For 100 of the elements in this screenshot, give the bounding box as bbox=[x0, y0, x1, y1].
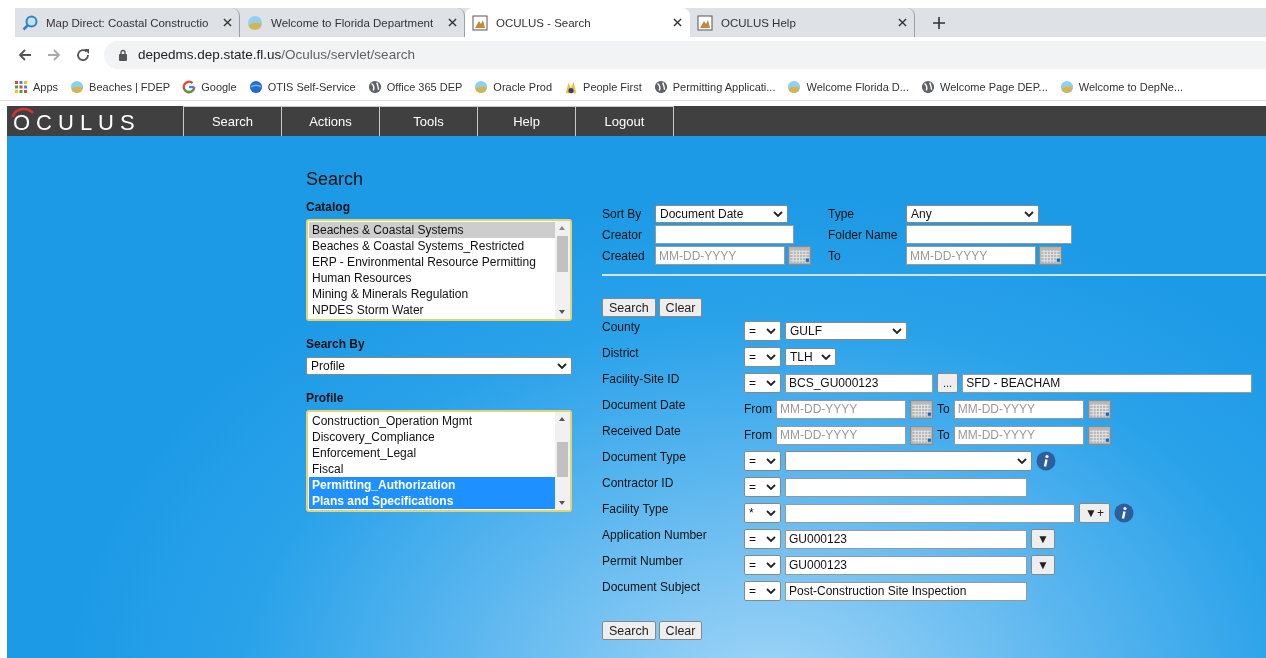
bookmark[interactable]: Beaches | FDEP bbox=[70, 80, 171, 94]
input-field[interactable]: Post-Construction Site Inspection bbox=[785, 581, 1027, 601]
date-field[interactable]: MM-DD-YYYY bbox=[776, 425, 906, 445]
bookmark[interactable]: Welcome to DepNe... bbox=[1059, 80, 1184, 94]
operator-dropdown[interactable]: = bbox=[744, 451, 781, 471]
close-icon[interactable] bbox=[448, 18, 457, 27]
info-icon[interactable] bbox=[1036, 451, 1056, 471]
bookmark[interactable]: Welcome Page DEP... bbox=[920, 80, 1048, 94]
browser-tab[interactable]: Map Direct: Coastal Constructio bbox=[15, 8, 240, 37]
new-tab-icon[interactable] bbox=[933, 16, 945, 29]
operator-dropdown[interactable]: = bbox=[744, 581, 781, 601]
input-field[interactable]: SFD - BEACHAM bbox=[962, 373, 1253, 393]
list-option[interactable]: Beaches & Coastal Systems bbox=[309, 222, 555, 238]
created-label: Created bbox=[602, 248, 646, 263]
reload-icon[interactable] bbox=[75, 46, 91, 63]
clear-button[interactable]: Clear bbox=[658, 298, 703, 317]
type-label: Type bbox=[828, 207, 855, 221]
creator-field[interactable] bbox=[655, 225, 794, 244]
calendar-icon[interactable] bbox=[1087, 399, 1111, 419]
info-icon[interactable] bbox=[1113, 503, 1134, 523]
scroll-down-icon[interactable] bbox=[558, 309, 566, 315]
list-option[interactable]: ERP - Environmental Resource Permitting bbox=[309, 254, 555, 270]
input-field[interactable] bbox=[785, 477, 1027, 497]
bookmark[interactable]: Permitting Applicati... bbox=[653, 80, 776, 94]
clear-button[interactable]: Clear bbox=[658, 621, 703, 640]
list-option[interactable]: Human Resources bbox=[309, 270, 555, 286]
operator-dropdown[interactable]: = bbox=[744, 555, 781, 575]
chevron-down-icon bbox=[766, 588, 776, 594]
chevron-down-icon bbox=[821, 354, 831, 360]
operator-dropdown[interactable]: = bbox=[744, 321, 781, 341]
value-dropdown[interactable]: GULF bbox=[785, 322, 907, 340]
operator-dropdown[interactable]: = bbox=[744, 347, 781, 367]
scroll-up-icon[interactable] bbox=[558, 225, 566, 231]
bookmark[interactable]: Google bbox=[182, 80, 237, 94]
input-field[interactable]: GU000123 bbox=[785, 529, 1027, 549]
scroll-up-icon[interactable] bbox=[558, 416, 566, 422]
address-bar[interactable]: depedms.dep.state.fl.us/Oculus/servlet/search bbox=[104, 40, 1266, 69]
date-field[interactable]: MM-DD-YYYY bbox=[655, 246, 785, 265]
back-icon[interactable] bbox=[17, 46, 33, 63]
calendar-icon[interactable] bbox=[910, 425, 933, 445]
operator-dropdown[interactable]: * bbox=[744, 503, 781, 523]
date-field[interactable]: MM-DD-YYYY bbox=[776, 399, 906, 419]
forward-icon[interactable] bbox=[46, 46, 62, 63]
bookmark[interactable]: Welcome Florida D... bbox=[787, 80, 909, 94]
bookmark[interactable]: Office 365 DEP bbox=[367, 80, 463, 94]
scrollbar[interactable] bbox=[555, 412, 570, 510]
bookmark[interactable]: Apps bbox=[14, 80, 59, 94]
catalog-listbox[interactable]: Beaches & Coastal Systems Beaches & Coastal Systems_Restricted ERP - Environmental Resource Permitting Human Resources Mining & Minerals Regulation NPDES Storm Water bbox=[306, 219, 572, 321]
search-button[interactable]: Search bbox=[602, 621, 656, 640]
value-dropdown[interactable]: TLH bbox=[785, 348, 836, 366]
type-dropdown[interactable]: Any bbox=[906, 205, 1039, 223]
list-option[interactable]: Discovery_Compliance bbox=[309, 429, 555, 445]
list-option[interactable]: Fiscal bbox=[309, 461, 555, 477]
operator-dropdown[interactable]: = bbox=[744, 373, 781, 393]
chevron-down-icon bbox=[766, 536, 776, 542]
folder-name-field[interactable] bbox=[906, 225, 1072, 244]
sort-by-dropdown[interactable]: Document Date bbox=[655, 205, 788, 223]
input-field[interactable]: GU000123 bbox=[785, 555, 1027, 575]
close-icon[interactable] bbox=[223, 18, 232, 27]
list-option[interactable]: Beaches & Coastal Systems_Restricted bbox=[309, 238, 555, 254]
search-by-dropdown[interactable]: Profile bbox=[306, 357, 572, 375]
calendar-icon[interactable] bbox=[1039, 246, 1062, 265]
bookmark[interactable]: People First bbox=[564, 80, 642, 94]
value-dropdown[interactable] bbox=[785, 451, 1032, 471]
operator-dropdown[interactable]: = bbox=[744, 529, 781, 549]
date-field[interactable]: MM-DD-YYYY bbox=[906, 246, 1036, 265]
list-option[interactable]: Construction_Operation Mgmt bbox=[309, 413, 555, 429]
dropdown-button[interactable]: ▼ bbox=[1031, 529, 1055, 549]
list-option[interactable]: Mining & Minerals Regulation bbox=[309, 286, 555, 302]
profile-listbox[interactable]: Construction_Operation Mgmt Discovery_Compliance Enforcement_Legal Fiscal Permitting_Authorization Plans and Specifications bbox=[306, 410, 572, 512]
browser-tab[interactable]: OCULUS Help bbox=[690, 8, 915, 37]
close-icon[interactable] bbox=[673, 18, 682, 27]
list-option[interactable]: Enforcement_Legal bbox=[309, 445, 555, 461]
bookmark[interactable]: Oracle Prod bbox=[474, 80, 553, 94]
field-label: Document Subject bbox=[602, 579, 702, 594]
bookmark[interactable]: OTIS Self-Service bbox=[248, 80, 356, 94]
add-dropdown-button[interactable]: ▼+ bbox=[1079, 503, 1110, 523]
date-field[interactable]: MM-DD-YYYY bbox=[953, 425, 1084, 445]
from-label: From bbox=[744, 428, 772, 442]
browser-tab[interactable]: OCULUS - Search bbox=[465, 8, 690, 37]
calendar-icon[interactable] bbox=[1087, 425, 1111, 445]
scroll-down-icon[interactable] bbox=[558, 500, 566, 506]
close-icon[interactable] bbox=[898, 18, 907, 27]
list-option[interactable]: NPDES Storm Water bbox=[309, 302, 555, 318]
field-label: Contractor ID bbox=[602, 475, 675, 490]
field-label: County bbox=[602, 319, 642, 334]
field-label: District bbox=[602, 345, 640, 360]
globe-icon bbox=[367, 80, 382, 94]
search-button[interactable]: Search bbox=[602, 298, 656, 317]
lookup-button[interactable]: ... bbox=[937, 373, 959, 393]
dropdown-button[interactable]: ▼ bbox=[1031, 555, 1055, 575]
browser-tab[interactable]: Welcome to Florida Department bbox=[240, 8, 465, 37]
input-field[interactable] bbox=[785, 503, 1075, 523]
calendar-icon[interactable] bbox=[788, 246, 811, 265]
date-field[interactable]: MM-DD-YYYY bbox=[953, 399, 1084, 419]
field-label: Received Date bbox=[602, 423, 682, 438]
input-field[interactable]: BCS_GU000123 bbox=[785, 373, 933, 393]
operator-dropdown[interactable]: = bbox=[744, 477, 781, 497]
calendar-icon[interactable] bbox=[910, 399, 933, 419]
scrollbar[interactable] bbox=[555, 221, 570, 319]
